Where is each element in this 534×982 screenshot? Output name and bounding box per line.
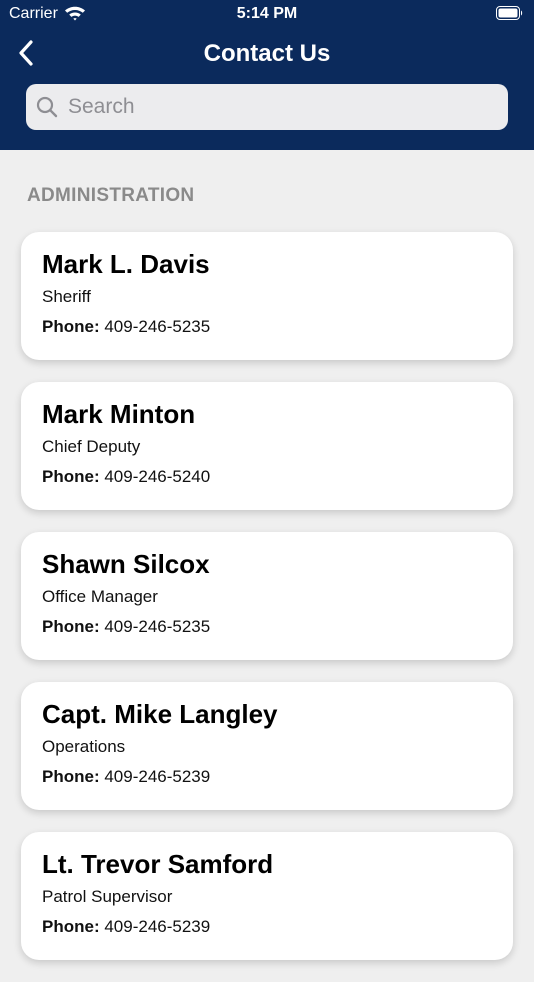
contact-name: Mark L. Davis bbox=[42, 249, 210, 279]
contact-card[interactable]: Mark Minton Chief Deputy Phone: 409-246-… bbox=[21, 382, 513, 510]
phone-number[interactable]: 409-246-5239 bbox=[104, 767, 210, 786]
phone-label: Phone: bbox=[42, 317, 100, 336]
contact-name: Capt. Mike Langley bbox=[42, 699, 278, 729]
contact-name: Shawn Silcox bbox=[42, 549, 210, 579]
phone-label: Phone: bbox=[42, 917, 100, 936]
contact-phone[interactable]: Phone: 409-246-5240 bbox=[42, 466, 492, 488]
status-time: 5:14 PM bbox=[236, 5, 298, 22]
phone-label: Phone: bbox=[42, 767, 100, 786]
page-title: Contact Us bbox=[203, 40, 331, 67]
phone-label: Phone: bbox=[42, 617, 100, 636]
phone-number[interactable]: 409-246-5235 bbox=[104, 617, 210, 636]
contact-card[interactable]: Lt. Trevor Samford Patrol Supervisor Pho… bbox=[21, 832, 513, 960]
battery-icon bbox=[496, 6, 523, 20]
contact-title: Operations bbox=[42, 737, 126, 756]
phone-number[interactable]: 409-246-5239 bbox=[104, 917, 210, 936]
search-bar[interactable] bbox=[26, 84, 508, 130]
contact-phone[interactable]: Phone: 409-246-5235 bbox=[42, 316, 492, 338]
contact-card[interactable]: Shawn Silcox Office Manager Phone: 409-2… bbox=[21, 532, 513, 660]
status-bar: Carrier 5:14 PM bbox=[0, 0, 534, 28]
contact-phone[interactable]: Phone: 409-246-5239 bbox=[42, 916, 492, 938]
contact-name: Lt. Trevor Samford bbox=[42, 849, 274, 879]
contact-title: Patrol Supervisor bbox=[42, 887, 173, 906]
section-header: ADMINISTRATION bbox=[27, 185, 195, 206]
search-input[interactable] bbox=[66, 94, 490, 120]
contact-name: Mark Minton bbox=[42, 399, 196, 429]
contact-card[interactable]: Capt. Mike Langley Operations Phone: 409… bbox=[21, 682, 513, 810]
header-bar: Carrier 5:14 PM Contact Us bbox=[0, 0, 534, 150]
contact-title: Office Manager bbox=[42, 587, 158, 606]
contact-title: Sheriff bbox=[42, 287, 91, 306]
navigation-bar: Contact Us bbox=[0, 34, 534, 74]
contact-card[interactable]: Mark L. Davis Sheriff Phone: 409-246-523… bbox=[21, 232, 513, 360]
phone-number[interactable]: 409-246-5235 bbox=[104, 317, 210, 336]
contact-phone[interactable]: Phone: 409-246-5239 bbox=[42, 766, 492, 788]
contact-list: Mark L. Davis Sheriff Phone: 409-246-523… bbox=[21, 232, 513, 982]
contact-phone[interactable]: Phone: 409-246-5235 bbox=[42, 616, 492, 638]
search-icon bbox=[36, 96, 58, 118]
phone-label: Phone: bbox=[42, 467, 100, 486]
contact-title: Chief Deputy bbox=[42, 437, 141, 456]
phone-number[interactable]: 409-246-5240 bbox=[104, 467, 210, 486]
